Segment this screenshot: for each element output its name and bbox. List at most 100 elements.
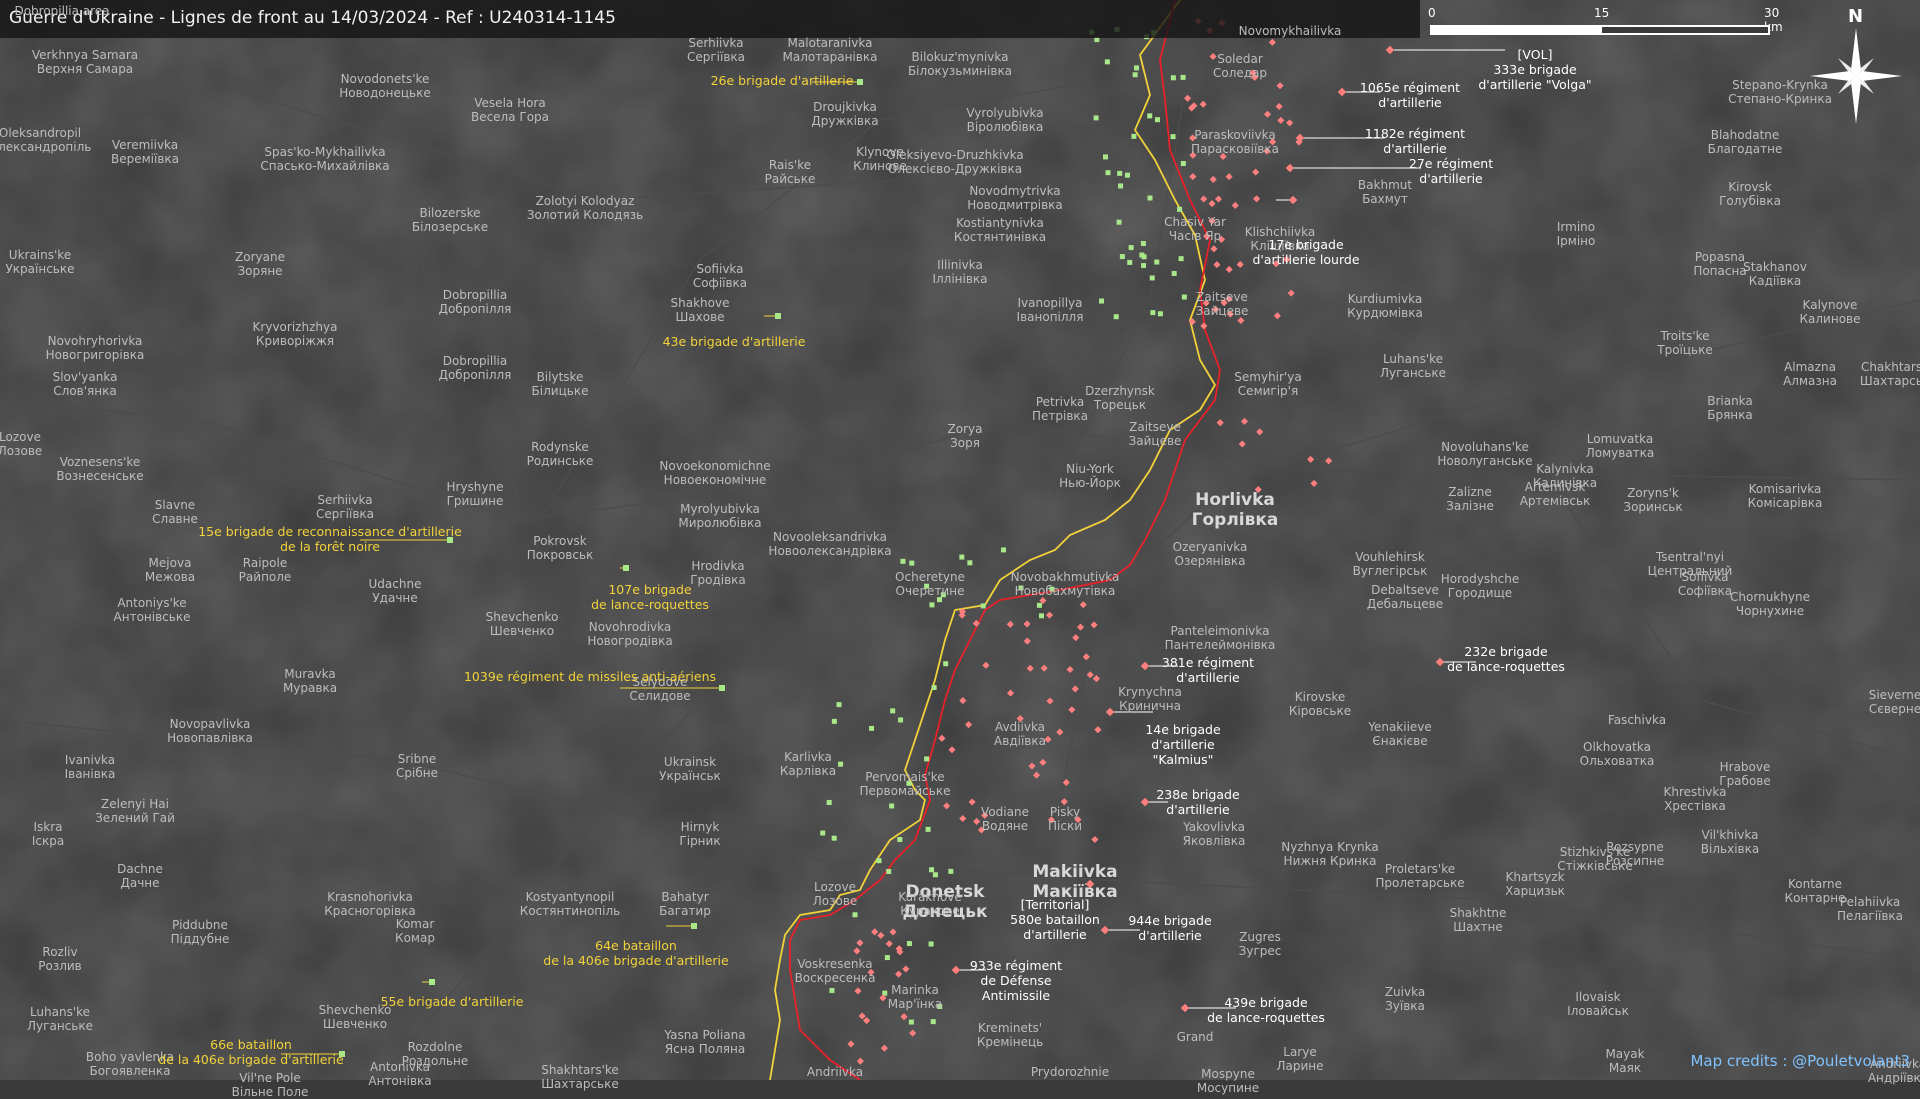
town-label: Chornukhyne Чорнухине — [1730, 590, 1810, 618]
town-name: Panteleimonivka — [1170, 624, 1270, 638]
town-name: Kirovske — [1294, 690, 1346, 704]
town-label: Olkhovatka Ольховатка — [1580, 740, 1655, 768]
town-name-cyrillic: Торецьк — [1093, 398, 1147, 412]
town-name: Bilokuz'mynivka — [911, 50, 1009, 64]
town-name: Mejova — [148, 556, 192, 570]
ukraine-position-marker — [1177, 206, 1183, 212]
russia-unit-label: 1182e régiment d'artillerie — [1364, 126, 1466, 156]
town-name-cyrillic: Шевченко — [322, 1017, 388, 1031]
ukraine-position-marker — [826, 799, 832, 805]
town-name-cyrillic: Спасько-Михайлівка — [260, 159, 390, 173]
town-label: Tsentral'nyi Центральний — [1648, 550, 1733, 578]
town-name-cyrillic: Карлівка — [779, 764, 837, 778]
town-name-cyrillic: Ольховатка — [1579, 754, 1655, 768]
ukraine-position-marker — [1170, 75, 1176, 81]
town-label: Bilozerske Білозерське — [412, 206, 488, 234]
ukraine-position-marker — [1116, 219, 1122, 225]
town-label: Shakhove Шахове — [671, 296, 730, 324]
town-name: Vodiane — [981, 805, 1029, 819]
town-label: Sofiivka Софіївка — [693, 262, 747, 290]
town-name-cyrillic: Курахове — [900, 904, 960, 918]
ukraine-position-marker — [1141, 263, 1147, 269]
town-name-cyrillic: Гришине — [446, 494, 504, 508]
town-name-cyrillic: Троїцьке — [1657, 343, 1713, 357]
town-name: Tsentral'nyi — [1655, 550, 1725, 564]
town-name: Kurdiumivka — [1347, 292, 1423, 306]
town-name: Chasiv Yar — [1164, 215, 1226, 229]
ukraine-position-marker — [1127, 259, 1133, 265]
town-name-cyrillic: Хрестівка — [1664, 799, 1726, 813]
town-name: Oleksiyevo-Druzhkivka — [886, 148, 1024, 162]
town-name-cyrillic: Лозове — [0, 444, 43, 458]
town-name-cyrillic: Верхня Самара — [36, 62, 134, 76]
town-name-cyrillic: Зугрес — [1238, 944, 1282, 958]
map-canvas[interactable]: Guerre d'Ukraine - Lignes de front au 14… — [0, 0, 1920, 1099]
town-name: Ozeryanivka — [1172, 540, 1248, 554]
ukraine-position-marker — [1133, 65, 1139, 71]
town-label: Ivanivka Іванівка — [65, 753, 116, 781]
town-name-cyrillic: Авдіївка — [994, 734, 1046, 748]
town-label: Luhans'ke Луганське — [27, 1005, 93, 1033]
town-name: Udachne — [368, 577, 422, 591]
town-name: Horodyshche — [1440, 572, 1520, 586]
ukraine-position-marker — [906, 941, 912, 947]
town-name-cyrillic: Водяне — [981, 819, 1029, 833]
town-name-cyrillic: Лозове — [812, 894, 858, 908]
town-name: Artemivsk — [1524, 480, 1586, 494]
town-name: Zaitseve — [1196, 290, 1248, 304]
town-name-cyrillic: Костянтинопіль — [519, 904, 621, 918]
town-label: Stepano-Krynka Степано-Кринка — [1728, 78, 1832, 106]
town-name: Kontarne — [1788, 877, 1842, 891]
town-label: Chasiv Yar Часів Яр — [1164, 215, 1226, 243]
ukraine-unit-label: 26e brigade d'artillerie — [710, 73, 854, 88]
town-label: Piddubne Піддубне — [171, 918, 230, 946]
ukraine-unit-label: 43e brigade d'artillerie — [662, 334, 806, 349]
town-name-cyrillic: Розсипне — [1605, 854, 1665, 868]
ukraine-position-marker — [943, 661, 949, 667]
town-label: Pisky Піски — [1048, 805, 1082, 833]
town-name: Kurakhove — [898, 890, 962, 904]
map-credit: Map credits : @Pouletvolant3 — [1690, 1052, 1910, 1070]
town-label: Muravka Муравка — [283, 667, 337, 695]
town-name-cyrillic: Родинське — [526, 454, 594, 468]
town-label: Zugres Зугрес — [1239, 930, 1282, 958]
town-label: Pervomais'ke Первомайське — [860, 770, 951, 798]
town-name-cyrillic: Ірміно — [1556, 234, 1596, 248]
ukraine-position-marker — [1171, 270, 1177, 276]
ukraine-position-marker — [1119, 254, 1125, 260]
town-label: Kurakhove Курахове — [898, 890, 962, 918]
town-name-cyrillic: Зоря — [950, 436, 980, 450]
town-name-cyrillic: Новоолександрівка — [768, 544, 892, 558]
town-label: Kostyantynopil Костянтинопіль — [520, 890, 620, 918]
town-name-cyrillic: Сергіївка — [315, 507, 375, 521]
town-name: Kalynivka — [1536, 462, 1594, 476]
ukraine-unit-label: 1039e régiment de missiles anti-aériens — [463, 669, 717, 684]
town-name: Vil'ne Pole — [239, 1071, 301, 1085]
ukraine-position-marker — [836, 702, 842, 708]
town-name-cyrillic: Піски — [1047, 819, 1083, 833]
town-name-cyrillic: Очеретине — [895, 584, 965, 598]
town-label: Vyrolyubivka Віролюбівка — [966, 106, 1043, 134]
town-name: Zaitseve — [1129, 420, 1181, 434]
town-name: Zalizne — [1448, 485, 1492, 499]
town-label: Pokrovsk Покровськ — [527, 534, 594, 562]
ukraine-position-marker — [838, 761, 844, 767]
town-label: Luhans'ke Луганське — [1380, 352, 1446, 380]
ukraine-position-marker — [1093, 115, 1099, 121]
ukraine-position-marker — [900, 558, 906, 564]
town-name: Yakovlivka — [1183, 820, 1245, 834]
ukraine-position-marker — [889, 803, 895, 809]
town-label: Novohrodivka Новогродівка — [587, 620, 672, 648]
town-name-cyrillic: Розлив — [38, 959, 82, 973]
town-name: Vil'khivka — [1701, 828, 1759, 842]
town-label: Sieverne Сєверне — [1869, 688, 1920, 716]
town-name-cyrillic: Покровськ — [526, 548, 594, 562]
ukraine-position-marker — [1103, 154, 1109, 160]
town-name: Kostiantynivka — [956, 216, 1044, 230]
town-name-cyrillic: Центральний — [1647, 564, 1733, 578]
town-name: Pisky — [1049, 805, 1081, 819]
town-name: Veremiivka — [111, 138, 179, 152]
town-label: Klynove Клинове — [853, 145, 907, 173]
town-name-cyrillic: Криворіжжя — [255, 334, 335, 348]
town-label: Shevchenko Шевченко — [486, 610, 559, 638]
